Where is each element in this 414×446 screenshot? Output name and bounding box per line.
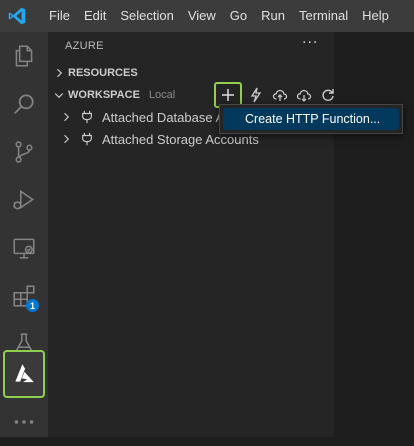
section-resources[interactable]: RESOURCES: [48, 62, 334, 84]
source-control-icon[interactable]: [0, 128, 48, 176]
menu-help[interactable]: Help: [355, 0, 396, 32]
menu-terminal[interactable]: Terminal: [292, 0, 355, 32]
chevron-right-icon: [60, 133, 72, 145]
section-resources-label: RESOURCES: [68, 67, 138, 79]
more-actions-icon[interactable]: ···: [302, 35, 318, 51]
menu-bar: File Edit Selection View Go Run Terminal…: [0, 0, 414, 32]
editor-area: [334, 32, 414, 437]
refresh-icon[interactable]: [317, 84, 334, 106]
extensions-icon[interactable]: 1: [0, 272, 48, 320]
menu-selection[interactable]: Selection: [113, 0, 180, 32]
plug-icon: [80, 110, 94, 124]
search-icon[interactable]: [0, 80, 48, 128]
azure-icon[interactable]: [3, 350, 45, 398]
menu-edit[interactable]: Edit: [77, 0, 113, 32]
more-icon[interactable]: [0, 398, 48, 446]
chevron-right-icon: [52, 66, 66, 80]
plug-icon: [80, 132, 94, 146]
run-debug-icon[interactable]: [0, 176, 48, 224]
remote-explorer-icon[interactable]: [0, 224, 48, 272]
chevron-down-icon: [52, 88, 66, 102]
section-workspace-label: WORKSPACE: [68, 89, 140, 101]
cloud-upload-icon[interactable]: [269, 84, 291, 106]
menu-item-create-http-function[interactable]: Create HTTP Function...: [223, 108, 399, 130]
azure-sidebar: AZURE ··· RESOURCES WORKSPACE Local Atta…: [48, 32, 334, 437]
menu-view[interactable]: View: [181, 0, 223, 32]
menu-run[interactable]: Run: [254, 0, 292, 32]
explorer-icon[interactable]: [0, 32, 48, 80]
menu-go[interactable]: Go: [223, 0, 254, 32]
create-context-menu: Create HTTP Function...: [219, 104, 403, 134]
deploy-function-icon[interactable]: [245, 84, 267, 106]
cloud-deploy-icon[interactable]: [293, 84, 315, 106]
section-workspace-desc: Local: [148, 89, 176, 101]
vscode-logo-icon: [6, 5, 28, 27]
menu-file[interactable]: File: [42, 0, 77, 32]
chevron-right-icon: [60, 111, 72, 123]
sidebar-title: AZURE: [65, 40, 104, 52]
activity-bar: 1: [0, 32, 48, 437]
extensions-badge: 1: [26, 299, 39, 312]
